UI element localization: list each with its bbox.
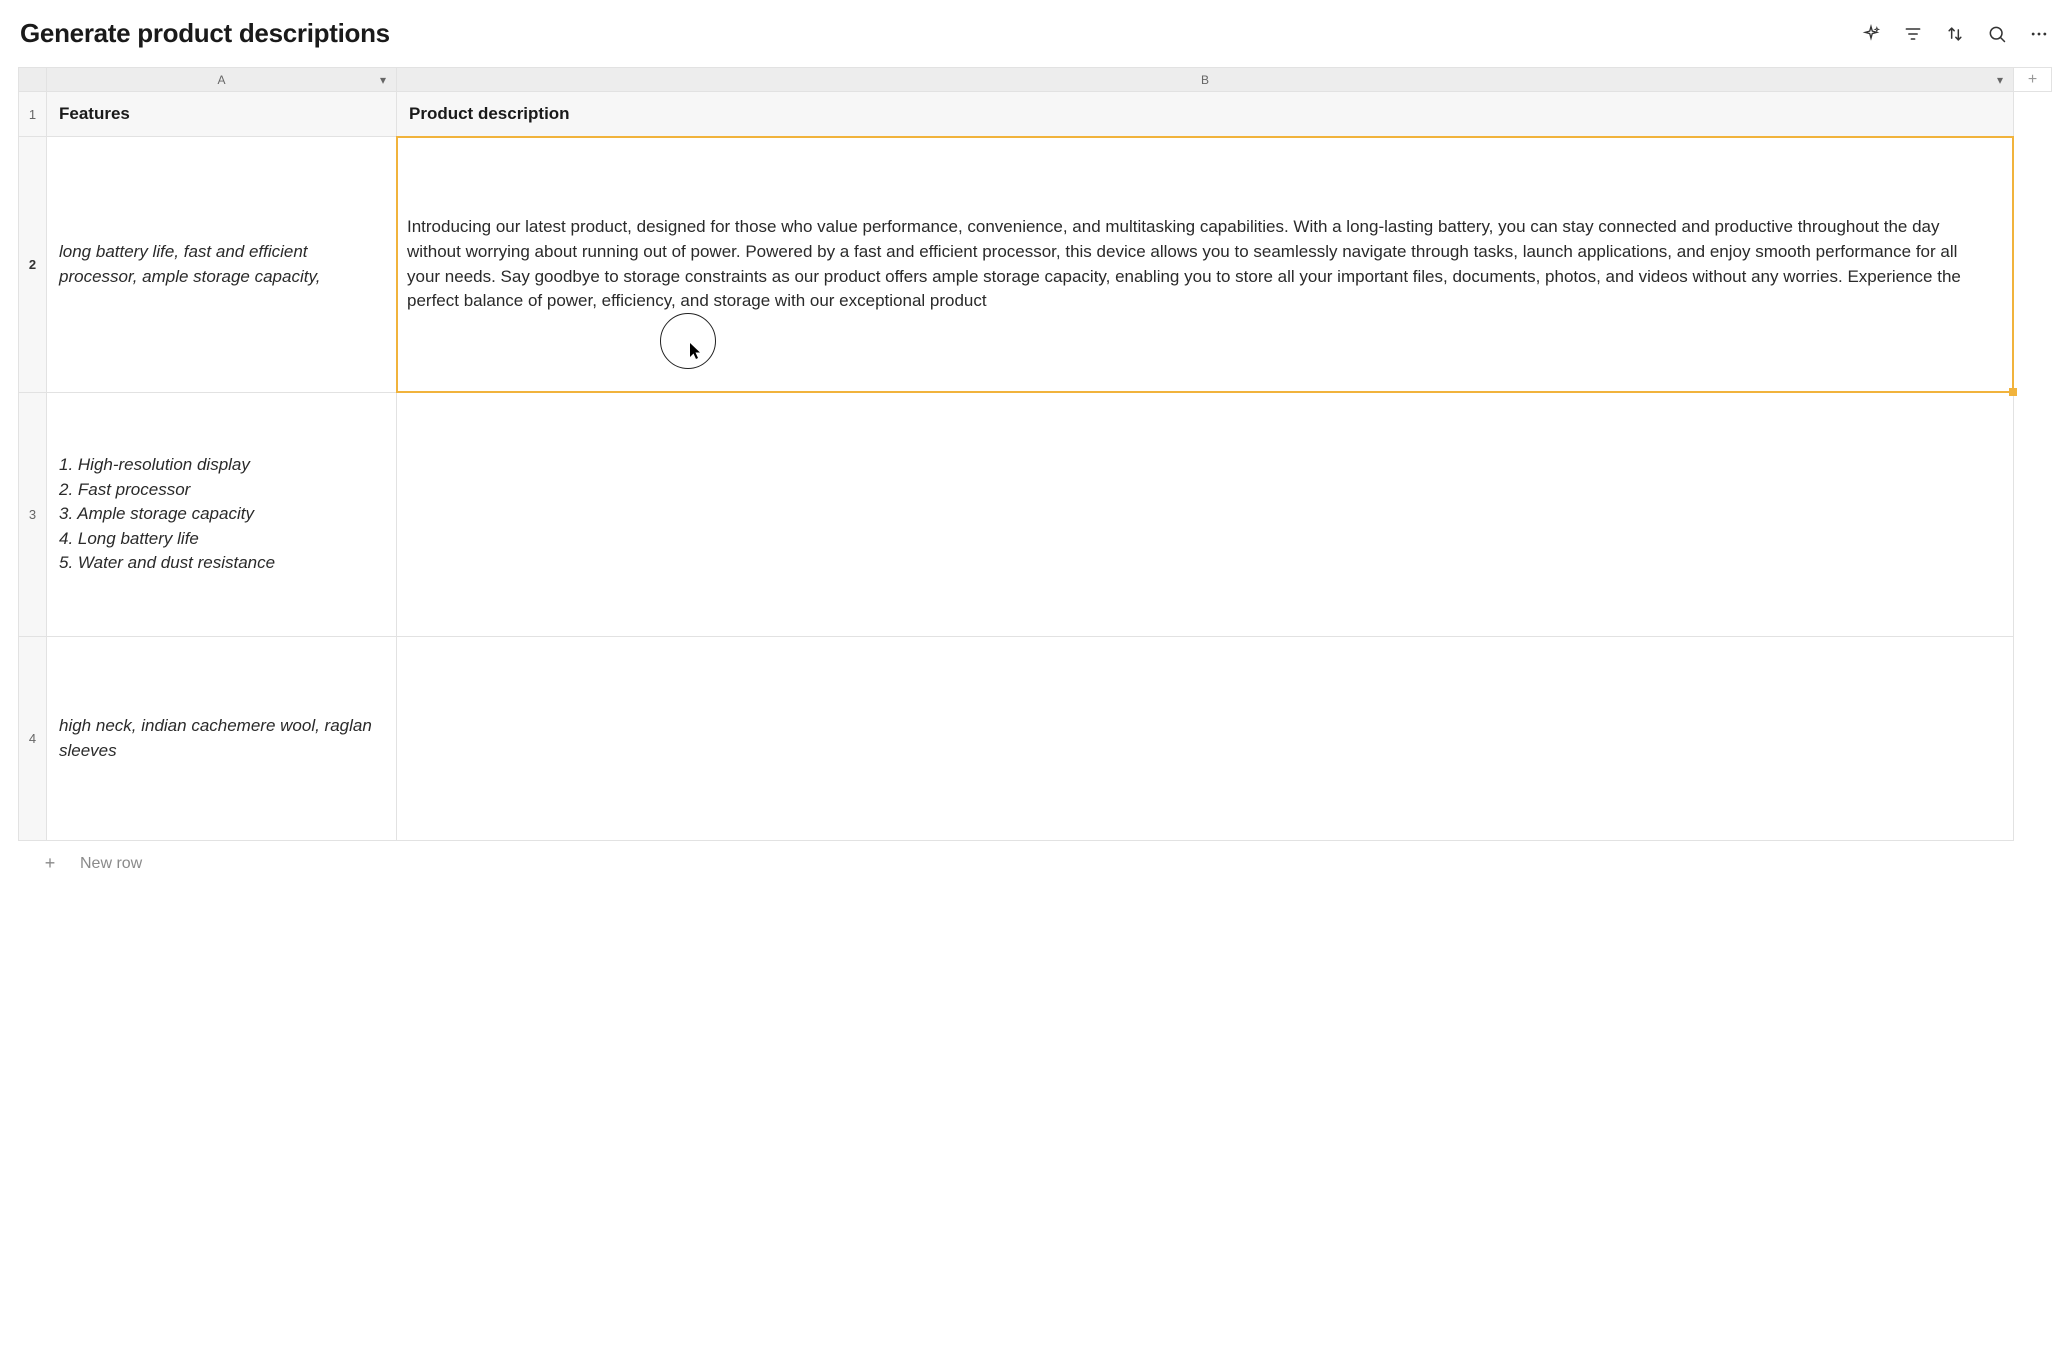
spacer (2014, 637, 2052, 841)
features-cell[interactable]: high neck, indian cachemere wool, raglan… (47, 637, 397, 841)
toolbar (1860, 23, 2050, 45)
ai-sparkle-icon[interactable] (1860, 23, 1882, 45)
spacer (2014, 393, 2052, 637)
chevron-down-icon[interactable]: ▾ (1997, 73, 2003, 87)
list-item: 1. High-resolution display (59, 453, 384, 478)
row-number[interactable]: 1 (19, 92, 47, 137)
filter-icon[interactable] (1902, 23, 1924, 45)
list-item: 3. Ample storage capacity (59, 502, 384, 527)
add-column-button[interactable]: + (2014, 68, 2052, 92)
new-row-label: New row (80, 855, 142, 873)
spacer (2014, 137, 2052, 393)
column-letter: A (217, 73, 225, 87)
description-cell[interactable]: Introducing our latest product, designed… (397, 137, 2014, 393)
list-item: 5. Water and dust resistance (59, 551, 384, 576)
sort-icon[interactable] (1944, 23, 1966, 45)
row-number[interactable]: 4 (19, 637, 47, 841)
row-number[interactable]: 3 (19, 393, 47, 637)
table-row: 4 high neck, indian cachemere wool, ragl… (19, 637, 2052, 841)
page-title: Generate product descriptions (20, 18, 390, 49)
features-cell[interactable]: long battery life, fast and efficient pr… (47, 137, 397, 393)
features-cell[interactable]: 1. High-resolution display 2. Fast proce… (47, 393, 397, 637)
column-header-b[interactable]: B ▾ (397, 68, 2014, 92)
column-name-features[interactable]: Features (47, 92, 397, 137)
column-letter: B (1201, 73, 1209, 87)
table-corner[interactable] (19, 68, 47, 92)
more-icon[interactable] (2028, 23, 2050, 45)
column-header-a[interactable]: A ▾ (47, 68, 397, 92)
column-name-description[interactable]: Product description (397, 92, 2014, 137)
row-number[interactable]: 2 (19, 137, 47, 393)
description-cell[interactable] (397, 393, 2014, 637)
new-row-button[interactable]: + New row (18, 841, 2052, 886)
list-item: 2. Fast processor (59, 478, 384, 503)
description-cell[interactable] (397, 637, 2014, 841)
chevron-down-icon[interactable]: ▾ (380, 73, 386, 87)
list-item: 4. Long battery life (59, 527, 384, 552)
table-row: 2 long battery life, fast and efficient … (19, 137, 2052, 393)
data-table: A ▾ B ▾ + 1 Features Product description… (18, 67, 2052, 841)
features-list: 1. High-resolution display 2. Fast proce… (59, 453, 384, 576)
table-row: 3 1. High-resolution display 2. Fast pro… (19, 393, 2052, 637)
spacer (2014, 92, 2052, 137)
plus-icon: + (36, 853, 64, 874)
search-icon[interactable] (1986, 23, 2008, 45)
